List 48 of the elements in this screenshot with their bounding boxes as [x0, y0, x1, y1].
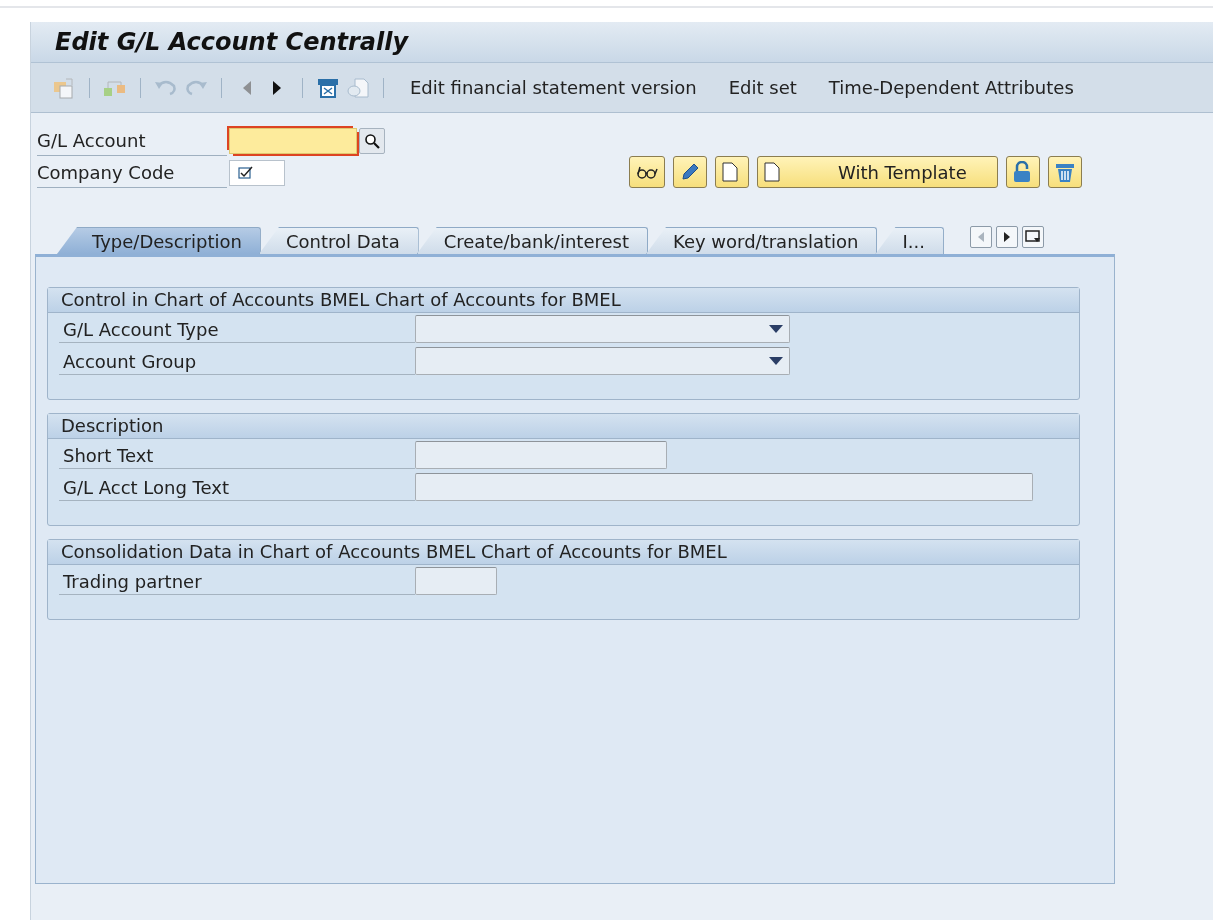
action-button[interactable]	[673, 156, 707, 188]
field-label: G/L Account Type	[59, 315, 415, 343]
field-label: Short Text	[59, 441, 415, 469]
lock-icon	[1012, 161, 1031, 183]
next-icon	[272, 80, 282, 95]
search-icon	[364, 133, 380, 149]
input-field[interactable]	[415, 473, 1033, 501]
dropdown-caret-icon	[769, 325, 783, 333]
tab-list-icon	[1024, 229, 1041, 244]
field-label: Company Code	[37, 158, 227, 188]
printer-icon	[316, 76, 340, 99]
tab[interactable]: I...	[875, 227, 944, 254]
glasses-icon	[636, 164, 658, 180]
toolbar-link[interactable]: Time-Dependent Attributes	[828, 77, 1074, 98]
dropdown-caret-icon	[769, 357, 783, 365]
pencil-icon	[680, 162, 700, 182]
field-label: G/L Acct Long Text	[59, 473, 415, 501]
document-icon	[722, 162, 738, 182]
left-arrow-icon	[976, 231, 985, 242]
field-label: Trading partner	[59, 567, 415, 595]
search-help-button[interactable]	[359, 128, 385, 154]
tab[interactable]: Create/bank/interest	[416, 227, 648, 254]
input-field[interactable]	[415, 441, 667, 469]
input-field[interactable]	[229, 128, 357, 154]
input-field[interactable]	[229, 160, 285, 186]
field-label: Account Group	[59, 347, 415, 375]
previous-icon	[242, 80, 252, 95]
tab[interactable]: Type/Description	[57, 227, 261, 254]
trash-icon	[1054, 161, 1075, 183]
tab-scroll-button[interactable]	[995, 225, 1018, 248]
group-title: Description	[48, 414, 1079, 439]
group-title: Control in Chart of Accounts BMEL Chart of Accounts for BMEL	[48, 288, 1079, 313]
document-icon	[764, 162, 780, 182]
screen-title: Edit G/L Account Centrally	[31, 22, 1213, 63]
tab-scroll-button[interactable]	[1021, 225, 1044, 248]
dropdown-field[interactable]	[415, 315, 790, 343]
toolbar-link[interactable]: Edit financial statement version	[410, 77, 697, 98]
template-button[interactable]: With Template	[757, 156, 998, 188]
tab[interactable]: Control Data	[258, 227, 419, 254]
input-field[interactable]	[415, 567, 497, 595]
document-icon	[346, 76, 370, 99]
dropdown-field[interactable]	[415, 347, 790, 375]
copy-icon	[52, 76, 76, 99]
right-arrow-icon	[1002, 231, 1011, 242]
group-title: Consolidation Data in Chart of Accounts BMEL Chart of Accounts for BMEL	[48, 540, 1079, 565]
toolbar-link[interactable]: Edit set	[728, 77, 797, 98]
tab[interactable]: Key word/translation	[646, 227, 878, 254]
action-button[interactable]	[629, 156, 665, 188]
